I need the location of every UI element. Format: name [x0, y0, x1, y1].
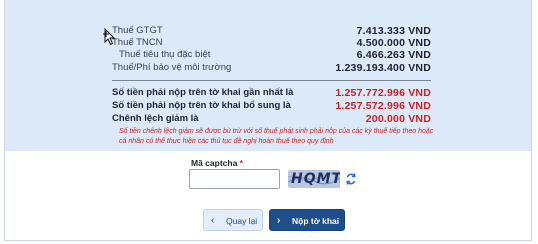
declaration-frame: Thuế GTGT 7.413.333 VND Thuế TNCN 4.500.… — [4, 0, 532, 241]
back-button[interactable]: ‹ Quay lại — [203, 209, 263, 231]
total-row: Số tiền phải nộp trên tờ khai gần nhất l… — [5, 86, 531, 100]
difference-value: 200.000 VND — [365, 113, 431, 125]
difference-label: Chênh lệch giảm là — [112, 113, 199, 124]
tax-summary-panel: Thuế GTGT 7.413.333 VND Thuế TNCN 4.500.… — [5, 0, 531, 151]
required-mark: * — [239, 158, 243, 168]
captcha-label: Mã captcha * — [191, 158, 243, 168]
submit-button-label: Nộp tờ khai — [292, 216, 340, 226]
summary-row: Thuế tiêu thụ đặc biệt 6.466.263 VND — [5, 48, 531, 62]
refresh-icon[interactable] — [345, 172, 357, 186]
summary-row-value: 6.466.263 VND — [356, 49, 431, 61]
captcha-image: HQMT — [288, 170, 340, 188]
back-button-label: Quay lại — [226, 216, 258, 226]
submit-declaration-button[interactable]: › Nộp tờ khai — [269, 209, 345, 231]
total-row-value: 1.257.772.996 VND — [335, 87, 431, 99]
total-row-label: Số tiền phải nộp trên tờ khai bổ sung là — [112, 100, 291, 111]
captcha-image-text: HQMT — [291, 171, 340, 187]
move-cursor-icon — [103, 28, 116, 46]
captcha-label-text: Mã captcha — [191, 158, 238, 168]
summary-row-label: Thuế tiêu thụ đặc biệt — [119, 49, 211, 60]
chevron-left-icon: ‹ — [211, 215, 215, 226]
summary-row-label: Thuế/Phí bảo vệ môi trường — [112, 62, 232, 73]
total-row: Số tiền phải nộp trên tờ khai bổ sung là… — [5, 99, 531, 113]
difference-note: Số tiền chênh lệch giảm sẽ được bù trừ v… — [119, 128, 434, 145]
summary-divider — [112, 80, 431, 81]
difference-row: Chênh lệch giảm là 200.000 VND — [5, 112, 531, 126]
total-row-label: Số tiền phải nộp trên tờ khai gần nhất l… — [112, 87, 294, 98]
total-row-value: 1.257.572.996 VND — [335, 100, 431, 112]
captcha-input[interactable] — [189, 169, 280, 189]
summary-row-value: 1.239.193.400 VND — [335, 62, 431, 74]
chevron-right-icon: › — [277, 215, 281, 226]
summary-row: Thuế/Phí bảo vệ môi trường 1.239.193.400… — [5, 61, 531, 75]
